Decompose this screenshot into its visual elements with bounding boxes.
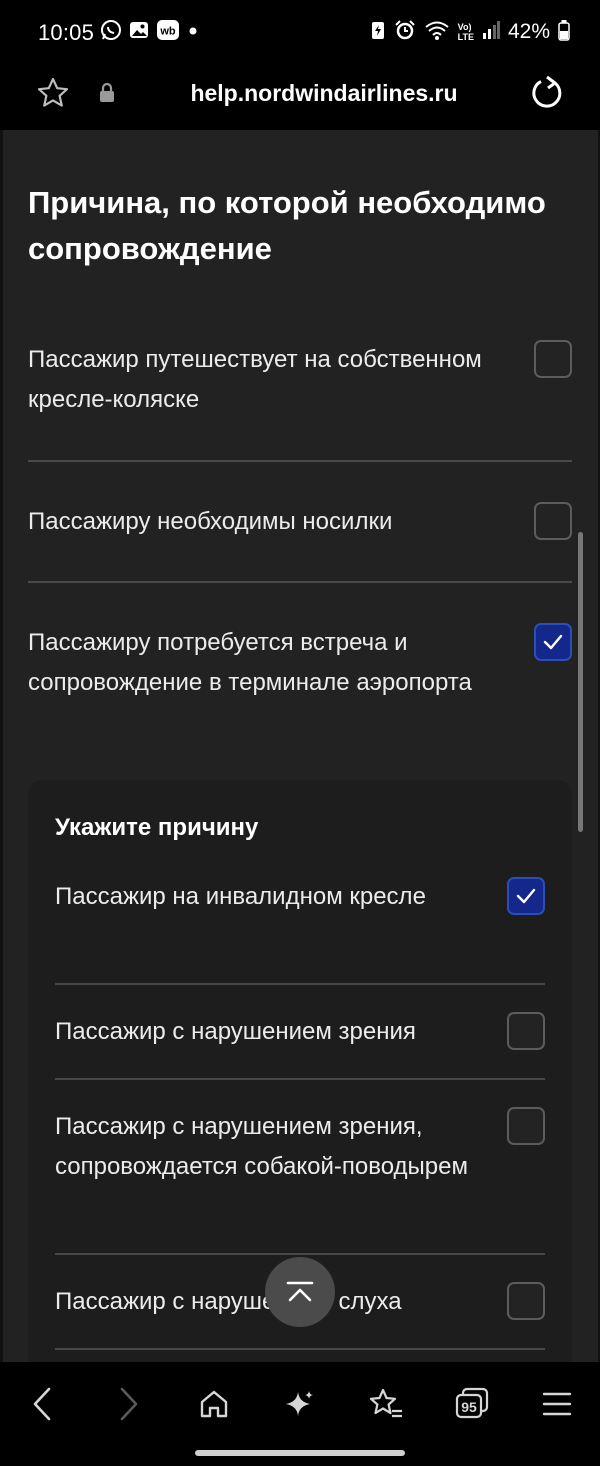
address-bar-url[interactable]: help.nordwindairlines.ru bbox=[0, 80, 600, 107]
divider bbox=[55, 983, 545, 985]
home-button[interactable] bbox=[192, 1382, 236, 1426]
checkbox-stretcher[interactable] bbox=[534, 502, 572, 540]
home-icon bbox=[200, 1390, 228, 1418]
system-icons: Vo) LTE 42% bbox=[370, 19, 570, 45]
back-button[interactable] bbox=[20, 1382, 64, 1426]
tabs-icon: 95 bbox=[455, 1387, 489, 1419]
status-bar: 10:05 wb Vo) LTE 42% bbox=[0, 0, 600, 62]
forward-button[interactable] bbox=[107, 1382, 151, 1426]
volte-top-label: Vo) bbox=[457, 22, 472, 32]
scroll-to-top-button[interactable] bbox=[265, 1257, 335, 1327]
divider bbox=[55, 1253, 545, 1255]
reason-panel-title: Укажите причину bbox=[55, 814, 259, 841]
alarm-icon bbox=[394, 19, 416, 46]
volte-icon: Vo) LTE bbox=[458, 22, 474, 42]
checkbox-reason-wheelchair[interactable] bbox=[507, 877, 545, 915]
status-time: 10:05 bbox=[38, 20, 95, 45]
bookmarks-icon bbox=[369, 1388, 402, 1418]
signal-icon bbox=[482, 19, 500, 46]
gesture-handle[interactable] bbox=[195, 1450, 405, 1456]
tabs-count: 95 bbox=[461, 1399, 477, 1415]
web-content: Причина, по которой необходимо сопровожд… bbox=[0, 130, 600, 1362]
reload-icon[interactable] bbox=[528, 74, 566, 117]
gallery-icon bbox=[128, 19, 150, 46]
tabs-button[interactable]: 95 bbox=[450, 1382, 494, 1426]
divider bbox=[28, 581, 572, 583]
section-title: Причина, по которой необходимо сопровожд… bbox=[28, 185, 546, 266]
wifi-icon bbox=[424, 19, 450, 46]
wb-app-icon: wb bbox=[156, 19, 180, 46]
checkbox-terminal-escort[interactable] bbox=[534, 623, 572, 661]
option-label: Пассажиру потребуется встреча и сопровож… bbox=[28, 629, 472, 696]
checkmark-icon bbox=[516, 888, 536, 904]
battery-icon bbox=[558, 19, 570, 46]
menu-button[interactable] bbox=[535, 1382, 579, 1426]
scroll-up-icon bbox=[286, 1281, 314, 1302]
volte-bottom-label: LTE bbox=[457, 32, 474, 42]
bookmarks-button[interactable] bbox=[364, 1382, 408, 1426]
back-icon bbox=[33, 1387, 51, 1421]
reason-option-label: Пассажир на инвалидном кресле bbox=[55, 883, 426, 910]
checkbox-reason-visual-guide-dog[interactable] bbox=[507, 1107, 545, 1145]
browser-toolbar: help.nordwindairlines.ru bbox=[0, 62, 600, 130]
notification-icons: wb bbox=[100, 19, 200, 46]
checkbox-own-wheelchair[interactable] bbox=[534, 340, 572, 378]
reason-option-label: Пассажир с нарушением зрения, сопровожда… bbox=[55, 1113, 468, 1180]
checkmark-icon bbox=[543, 634, 563, 650]
whatsapp-icon bbox=[100, 19, 122, 46]
page-scrollbar[interactable] bbox=[578, 532, 583, 832]
wb-label: wb bbox=[159, 25, 176, 37]
dot-icon bbox=[186, 19, 200, 46]
checkbox-reason-hearing[interactable] bbox=[507, 1282, 545, 1320]
divider bbox=[55, 1078, 545, 1080]
option-label: Пассажир путешествует на собственном кре… bbox=[28, 346, 482, 413]
checkbox-reason-visual[interactable] bbox=[507, 1012, 545, 1050]
ai-sparkle-icon bbox=[286, 1391, 313, 1416]
ai-assistant-button[interactable] bbox=[278, 1382, 322, 1426]
menu-icon bbox=[542, 1392, 572, 1416]
battery-saver-icon bbox=[370, 19, 386, 46]
divider bbox=[55, 1348, 545, 1350]
content-edge-left bbox=[0, 130, 3, 1362]
battery-percent: 42% bbox=[507, 20, 550, 43]
divider bbox=[28, 460, 572, 462]
option-label: Пассажиру необходимы носилки bbox=[28, 508, 393, 535]
forward-icon bbox=[120, 1387, 138, 1421]
reason-option-label: Пассажир с нарушением зрения bbox=[55, 1018, 416, 1045]
